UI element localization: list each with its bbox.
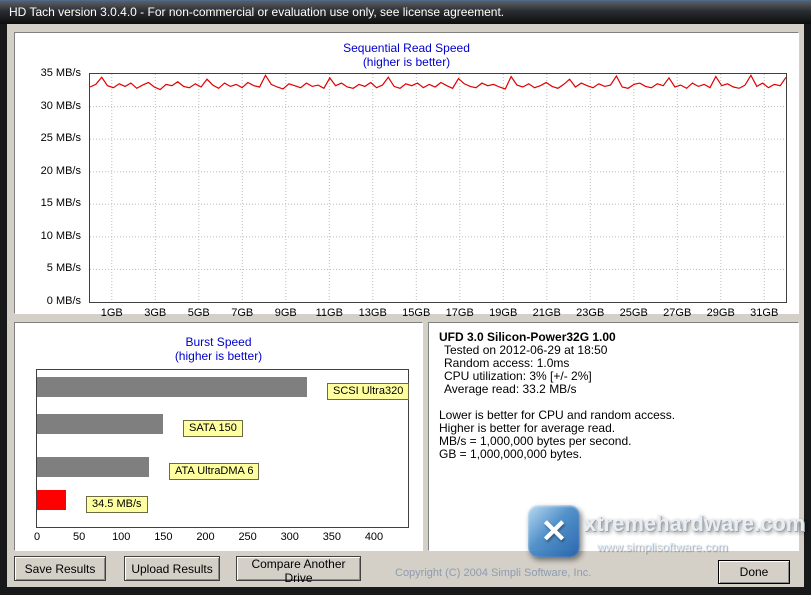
titlebar[interactable]: HD Tach version 3.0.4.0 - For non-commer… — [0, 0, 811, 24]
x-axis-tick-label: 21GB — [525, 307, 569, 319]
sequential-read-panel: Sequential Read Speed (higher is better)… — [14, 32, 799, 314]
y-axis-tick-label: 0 MB/s — [17, 295, 81, 307]
note-line: GB = 1,000,000,000 bytes. — [439, 448, 788, 461]
burst-bar-label: ATA UltraDMA 6 — [169, 463, 259, 480]
burst-axis-tick-label: 350 — [317, 531, 347, 543]
burst-speed-panel: Burst Speed (higher is better) SCSI Ultr… — [14, 322, 423, 551]
window-title: HD Tach version 3.0.4.0 - For non-commer… — [9, 5, 504, 19]
sequential-read-svg — [90, 74, 786, 302]
burst-axis-tick-label: 300 — [275, 531, 305, 543]
x-axis-tick-label: 15GB — [394, 307, 438, 319]
y-axis-tick-label: 5 MB/s — [17, 262, 81, 274]
burst-axis-tick-label: 100 — [106, 531, 136, 543]
x-axis-tick-label: 31GB — [742, 307, 786, 319]
x-axis-tick-label: 5GB — [177, 307, 221, 319]
watermark-subtext: www.simplisoftware.com — [597, 540, 728, 554]
x-axis-tick-label: 23GB — [568, 307, 612, 319]
notes: Lower is better for CPU and random acces… — [439, 409, 788, 461]
watermark: ✕ xtremehardware.com www.simplisoftware.… — [523, 500, 809, 572]
x-axis-tick-label: 9GB — [264, 307, 308, 319]
y-axis-tick-label: 25 MB/s — [17, 132, 81, 144]
xtremehardware-logo-icon: ✕ — [528, 505, 580, 557]
sequential-chart-title: Sequential Read Speed — [15, 41, 798, 55]
burst-bar — [37, 377, 307, 397]
y-axis-tick-label: 10 MB/s — [17, 230, 81, 242]
x-axis-tick-label: 27GB — [655, 307, 699, 319]
x-axis-tick-label: 1GB — [90, 307, 134, 319]
sequential-chart-subtitle: (higher is better) — [15, 55, 798, 69]
burst-axis-tick-label: 150 — [148, 531, 178, 543]
burst-bar — [37, 457, 149, 477]
burst-bar — [37, 414, 163, 434]
sequential-read-line — [90, 75, 786, 89]
watermark-text: xtremehardware.com — [584, 511, 805, 537]
burst-bar — [37, 490, 66, 510]
burst-axis-tick-label: 50 — [64, 531, 94, 543]
x-axis-tick-label: 17GB — [438, 307, 482, 319]
hdtach-window: HD Tach version 3.0.4.0 - For non-commer… — [0, 0, 811, 595]
burst-axis-tick-label: 0 — [22, 531, 52, 543]
y-axis-tick-label: 15 MB/s — [17, 197, 81, 209]
x-axis-tick-label: 13GB — [351, 307, 395, 319]
compare-another-drive-button[interactable]: Compare Another Drive — [236, 556, 361, 581]
x-axis-tick-label: 3GB — [133, 307, 177, 319]
y-axis-tick-label: 35 MB/s — [17, 67, 81, 79]
burst-bar-label: SATA 150 — [183, 420, 243, 437]
drive-stat-line: Average read: 33.2 MB/s — [439, 383, 788, 396]
burst-bar-label: 34.5 MB/s — [86, 496, 148, 513]
x-axis-tick-label: 7GB — [220, 307, 264, 319]
x-axis-tick-label: 29GB — [699, 307, 743, 319]
drive-stats: Tested on 2012-06-29 at 18:50Random acce… — [439, 344, 788, 396]
burst-axis-tick-label: 250 — [233, 531, 263, 543]
x-axis-tick-label: 11GB — [307, 307, 351, 319]
y-axis-tick-label: 30 MB/s — [17, 100, 81, 112]
upload-results-button[interactable]: Upload Results — [124, 556, 220, 581]
burst-axis-tick-label: 200 — [191, 531, 221, 543]
burst-chart-subtitle: (higher is better) — [15, 349, 422, 363]
burst-chart-title: Burst Speed — [15, 335, 422, 349]
burst-axis-tick-label: 400 — [359, 531, 389, 543]
sequential-plot — [89, 73, 787, 303]
y-axis-tick-label: 20 MB/s — [17, 165, 81, 177]
save-results-button[interactable]: Save Results — [14, 556, 106, 581]
burst-plot: SCSI Ultra320 SATA 150 ATA UltraDMA 6 34.5 … — [36, 369, 409, 528]
x-axis-tick-label: 25GB — [612, 307, 656, 319]
x-axis-tick-label: 19GB — [481, 307, 525, 319]
burst-bar-label: SCSI Ultra320 — [327, 383, 409, 400]
